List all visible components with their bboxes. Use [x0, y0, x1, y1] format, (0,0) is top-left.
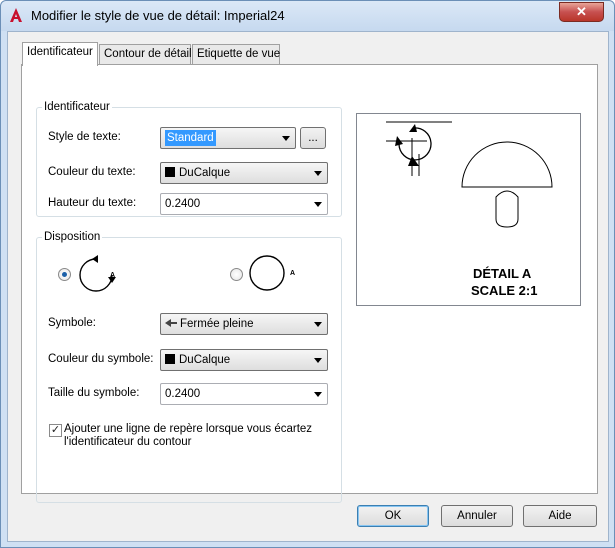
symbol-dropdown[interactable]: Fermée pleine: [160, 313, 328, 335]
title-bar: Modifier le style de vue de détail: Impe…: [1, 1, 614, 31]
symbol-letter-a-1: A: [110, 272, 116, 279]
text-height-value: 0.2400: [165, 198, 201, 210]
tab-etiquette-de-vue[interactable]: Etiquette de vue: [192, 44, 280, 65]
dialog-client-area: Identificateur Contour de détail Etiquet…: [7, 31, 609, 542]
close-button[interactable]: ✕: [559, 2, 604, 22]
symbol-letter-a-2: A: [290, 270, 296, 277]
text-height-label: Hauteur du texte:: [48, 197, 137, 209]
leader-line-checkbox[interactable]: ✓: [49, 424, 62, 437]
chevron-down-icon: [282, 136, 290, 141]
symbol-value: Fermée pleine: [180, 318, 254, 330]
symbol-color-dropdown[interactable]: DuCalque: [160, 349, 328, 371]
text-color-label: Couleur du texte:: [48, 166, 136, 178]
layout-group-legend: Disposition: [44, 231, 101, 243]
ok-button[interactable]: OK: [357, 505, 429, 527]
color-swatch-icon: [165, 167, 175, 177]
tab-identificateur[interactable]: Identificateur: [22, 42, 98, 66]
preview-detail-title: DÉTAIL A: [473, 266, 532, 281]
chevron-down-icon: [314, 202, 322, 207]
text-style-browse-button[interactable]: ...: [300, 127, 326, 149]
cancel-button[interactable]: Annuler: [441, 505, 513, 527]
symbol-size-combo[interactable]: 0.2400: [160, 383, 328, 405]
text-style-label: Style de texte:: [48, 131, 121, 143]
symbol-label: Symbole:: [48, 317, 96, 329]
help-button[interactable]: Aide: [523, 505, 597, 527]
autocad-app-icon: [10, 8, 22, 22]
color-swatch-icon: [165, 354, 175, 364]
leader-line-checkbox-label: Ajouter une ligne de repère lorsque vous…: [64, 423, 313, 448]
symbol-size-label: Taille du symbole:: [48, 387, 140, 399]
chevron-down-icon: [314, 171, 322, 176]
plain-circle-icon: [249, 255, 285, 291]
symbol-color-value: DuCalque: [179, 354, 231, 366]
preview-scale-text: SCALE 2:1: [471, 283, 538, 298]
tab-contour-de-detail[interactable]: Contour de détail: [99, 44, 192, 65]
symbol-plain-radio[interactable]: [230, 268, 243, 281]
chevron-down-icon: [314, 358, 322, 363]
symbol-arrows-radio[interactable]: [58, 268, 71, 281]
circle-with-arrows-icon: [79, 255, 116, 292]
text-height-combo[interactable]: 0.2400: [160, 193, 328, 215]
text-style-value: Standard: [165, 130, 216, 146]
symbol-size-value: 0.2400: [165, 388, 201, 400]
symbol-color-label: Couleur du symbole:: [48, 353, 154, 365]
tab-panel-identificateur: Identificateur Style de texte: Standard …: [21, 64, 598, 503]
chevron-down-icon: [314, 322, 322, 327]
chevron-down-icon: [314, 392, 322, 397]
closed-filled-arrow-icon: [165, 319, 177, 327]
dialog-window: Modifier le style de vue de détail: Impe…: [0, 0, 615, 548]
text-style-dropdown[interactable]: Standard: [160, 127, 296, 149]
window-title: Modifier le style de vue de détail: Impe…: [31, 8, 285, 23]
preview-pane: DÉTAIL A SCALE 2:1: [356, 113, 581, 306]
detail-preview-drawing: [386, 121, 553, 228]
identifier-group-legend: Identificateur: [44, 101, 110, 113]
text-color-value: DuCalque: [179, 167, 231, 179]
text-color-dropdown[interactable]: DuCalque: [160, 162, 328, 184]
